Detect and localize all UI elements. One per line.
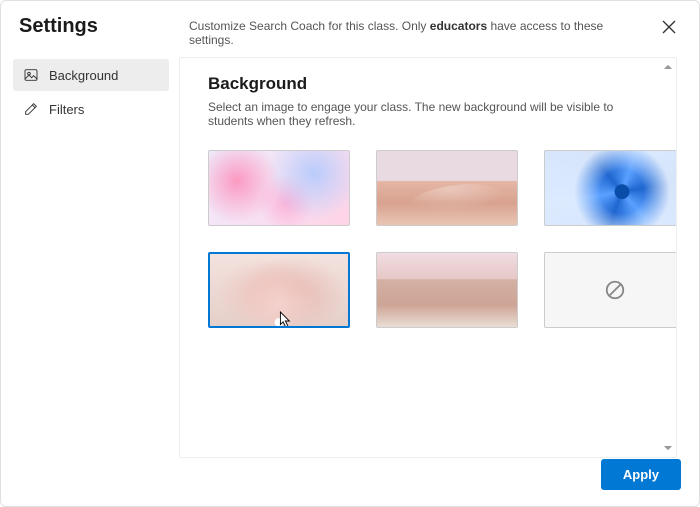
close-icon bbox=[661, 19, 677, 35]
header: Settings Customize Search Coach for this… bbox=[1, 1, 699, 55]
background-option-desert[interactable] bbox=[376, 150, 518, 226]
page-title: Settings bbox=[19, 15, 169, 38]
sidebar-item-filters[interactable]: Filters bbox=[13, 93, 169, 125]
none-icon bbox=[604, 279, 626, 301]
background-grid bbox=[208, 150, 648, 328]
apply-button[interactable]: Apply bbox=[601, 459, 681, 490]
sidebar: Background Filters bbox=[13, 55, 169, 464]
pencil-icon bbox=[23, 101, 39, 117]
background-option-petals[interactable] bbox=[208, 252, 350, 328]
content-panel: Background Select an image to engage you… bbox=[179, 57, 677, 458]
section-description: Select an image to engage your class. Th… bbox=[208, 100, 648, 128]
sidebar-item-background[interactable]: Background bbox=[13, 59, 169, 91]
background-option-dune[interactable] bbox=[376, 252, 518, 328]
background-option-none[interactable] bbox=[544, 252, 676, 328]
section-title: Background bbox=[208, 74, 648, 94]
cursor-icon bbox=[275, 310, 293, 328]
footer: Apply bbox=[1, 447, 699, 506]
body: Background Filters Background Select an … bbox=[1, 55, 699, 464]
sidebar-item-label: Background bbox=[49, 68, 118, 83]
page-subtitle: Customize Search Coach for this class. O… bbox=[189, 15, 637, 47]
close-button[interactable] bbox=[657, 15, 681, 39]
background-option-bubbles[interactable] bbox=[208, 150, 350, 226]
sidebar-item-label: Filters bbox=[49, 102, 84, 117]
image-icon bbox=[23, 67, 39, 83]
background-option-bloom[interactable] bbox=[544, 150, 676, 226]
content-scroll: Background Select an image to engage you… bbox=[180, 58, 676, 457]
scroll-up-button[interactable] bbox=[663, 62, 673, 72]
chevron-up-icon bbox=[664, 63, 672, 71]
